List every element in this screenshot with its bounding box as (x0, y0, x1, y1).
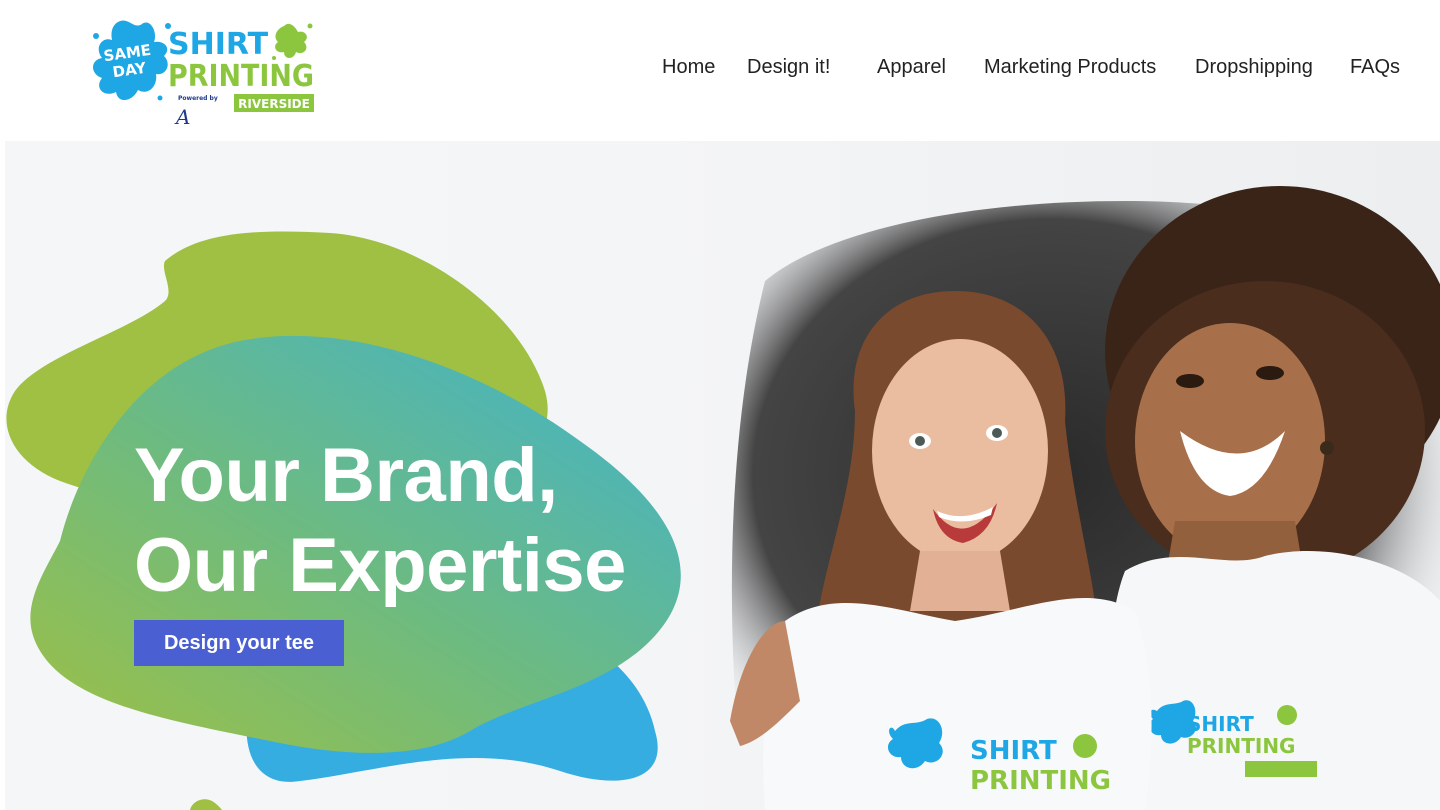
nav-apparel[interactable]: Apparel (877, 56, 946, 79)
svg-text:Powered by: Powered by (178, 95, 218, 102)
site-header: SAME DAY SHIRT PRINTING Powered by A RIV… (0, 0, 1440, 141)
svg-text:SHIRT: SHIRT (970, 736, 1057, 766)
a-star-mark-icon: A (174, 105, 190, 129)
svg-text:PRINTING: PRINTING (1187, 734, 1295, 758)
hero-headline-line-1: Your Brand, (134, 433, 558, 518)
hero-banner: Your Brand, Our Expertise Design your te… (5, 141, 1440, 810)
hero-headline-line-2: Our Expertise (134, 523, 626, 608)
hero-photo: SHIRT PRINTING SHIRT PRINTING (730, 186, 1440, 810)
svg-text:PRINTING: PRINTING (970, 766, 1111, 796)
hero-headline: Your Brand, Our Expertise (134, 431, 626, 611)
nav-marketing-products[interactable]: Marketing Products (984, 56, 1156, 79)
svg-text:RIVERSIDE: RIVERSIDE (238, 97, 310, 111)
nav-dropshipping[interactable]: Dropshipping (1195, 56, 1313, 79)
nav-design-it[interactable]: Design it! (747, 56, 830, 79)
design-your-tee-button[interactable]: Design your tee (134, 620, 344, 666)
nav-faqs[interactable]: FAQs (1350, 56, 1400, 79)
svg-text:SHIRT: SHIRT (1187, 712, 1254, 736)
splash-green-icon (272, 23, 313, 60)
main-nav: Home Design it! Apparel Marketing Produc… (0, 56, 1440, 84)
nav-home[interactable]: Home (662, 56, 715, 79)
small-green-blob-shape (190, 799, 222, 810)
